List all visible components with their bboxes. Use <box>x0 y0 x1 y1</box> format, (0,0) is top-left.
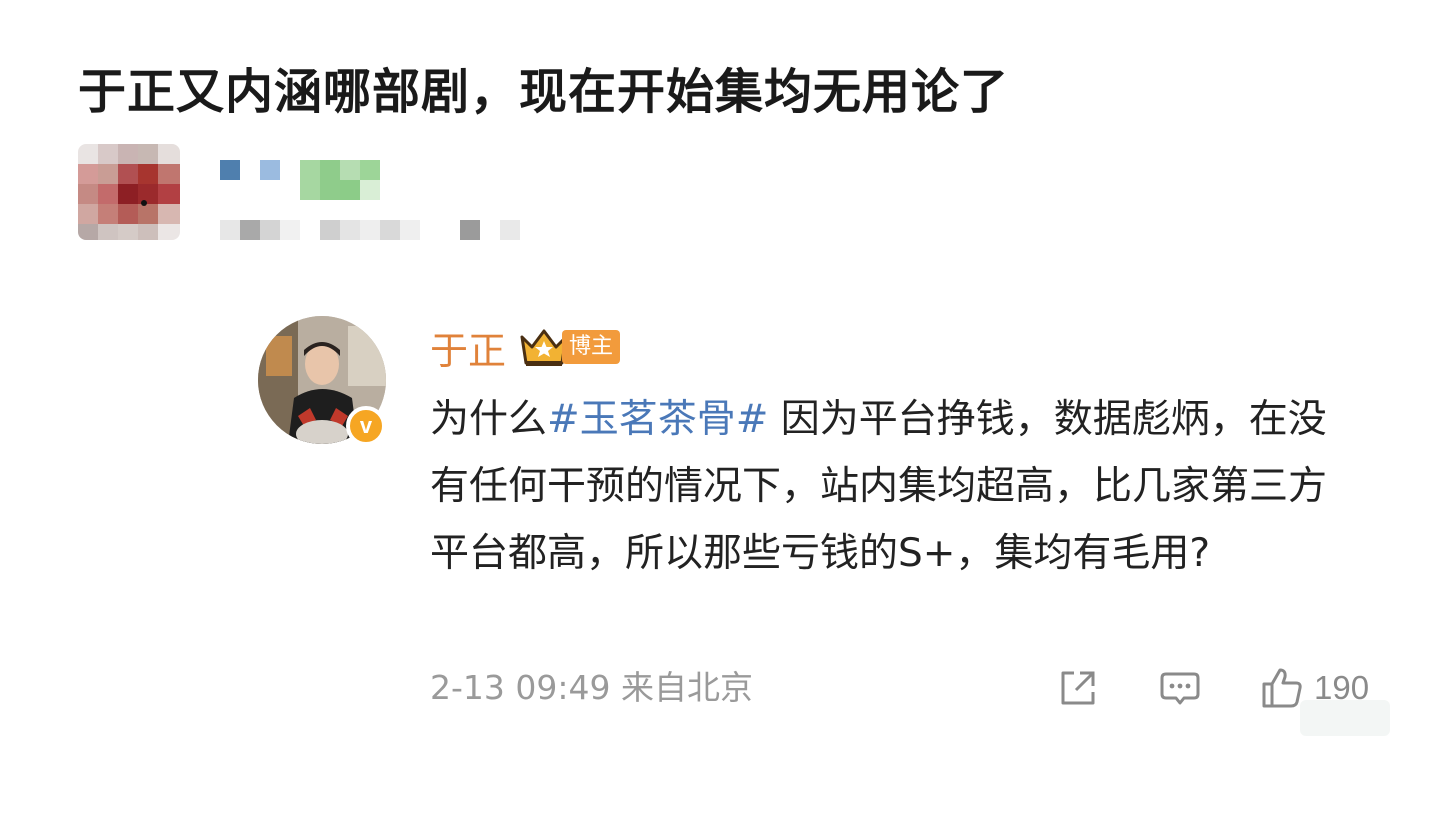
blogger-tag: 博主 <box>562 330 621 364</box>
post-title: 于正又内涵哪部剧，现在开始集均无用论了 <box>78 64 1010 120</box>
share-icon <box>1061 671 1095 705</box>
comment-footer: 2-13 09:49 来自北京 190 <box>430 666 1390 710</box>
watermark <box>1300 700 1390 736</box>
blogger-badge: 博主 <box>518 325 621 369</box>
comment-text-before: 为什么 <box>430 397 548 442</box>
comment-icon <box>1160 672 1200 705</box>
thumbs-up-icon <box>1262 668 1302 708</box>
comment-author[interactable]: 于正 <box>430 320 506 375</box>
comment-button[interactable] <box>1158 666 1202 710</box>
poster-avatar-censored[interactable] <box>78 144 180 240</box>
poster-name-censored[interactable] <box>220 160 390 200</box>
poster-meta-censored <box>220 220 530 240</box>
verified-badge: v <box>346 406 386 446</box>
share-button[interactable] <box>1056 666 1100 710</box>
comment-timestamp: 2-13 09:49 来自北京 <box>430 668 753 707</box>
comment-card: v 于正 博主 为什么#玉茗茶骨# 因为平台挣钱，数据彪炳，在没有任何干预的情况… <box>258 316 1408 736</box>
comment-text: 为什么#玉茗茶骨# 因为平台挣钱，数据彪炳，在没有任何干预的情况下，站内集均超高… <box>430 386 1360 587</box>
hashtag-link[interactable]: #玉茗茶骨# <box>547 397 768 442</box>
